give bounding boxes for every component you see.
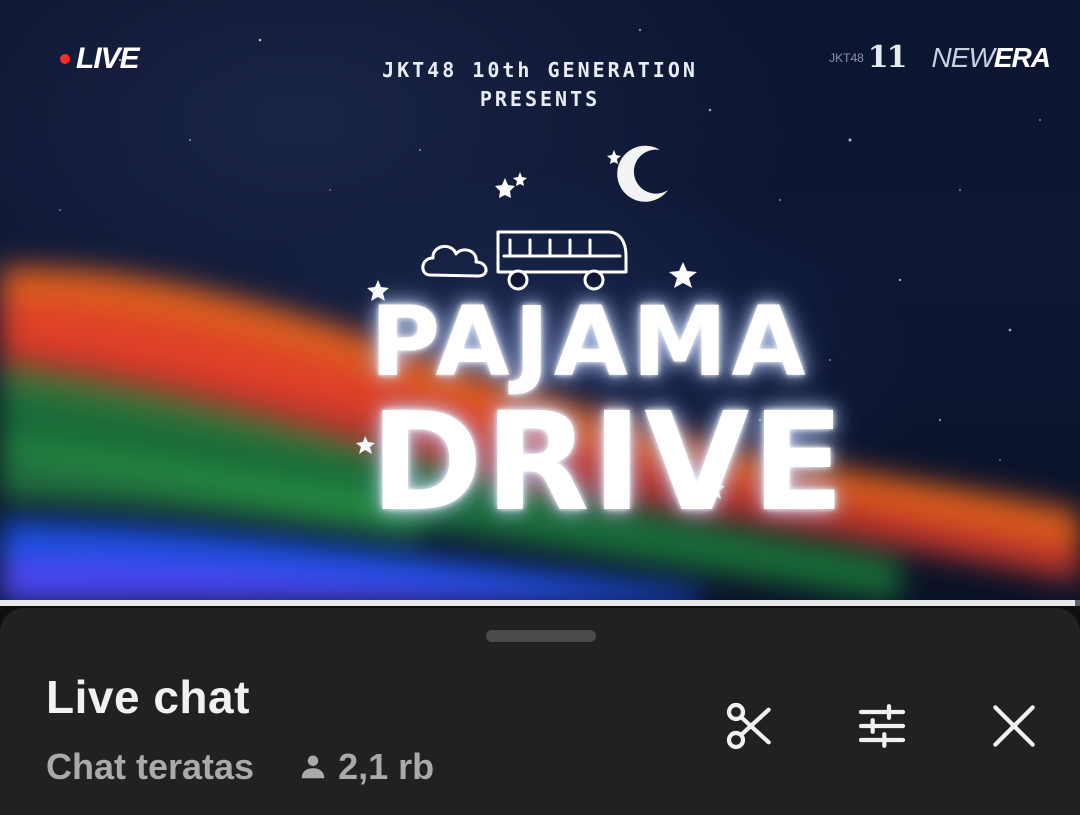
close-icon	[993, 705, 1035, 747]
video-player[interactable]: LIVE JKT48 10th GENERATION PRESENTS JKT4…	[0, 0, 1080, 603]
person-icon	[301, 755, 325, 779]
van-icon	[496, 230, 628, 291]
clip-button[interactable]	[718, 694, 782, 758]
cloud-icon	[421, 245, 488, 278]
poster-title-line-2: DRIVE	[370, 384, 847, 542]
live-chat-panel: Live chat Chat teratas 2,1 rb	[0, 608, 1080, 815]
video-progress-bar[interactable]	[0, 600, 1080, 606]
chat-subheader: Chat teratas 2,1 rb	[46, 746, 434, 788]
video-progress-fill	[0, 600, 1075, 606]
moon-icon	[617, 145, 668, 202]
drag-handle[interactable]	[486, 630, 596, 642]
viewer-count-value: 2,1 rb	[338, 746, 435, 787]
poster-title-line-1: PAJAMA	[370, 286, 810, 398]
chat-mode-selector[interactable]: Chat teratas	[46, 746, 254, 788]
panel-title: Live chat	[46, 671, 250, 723]
chat-settings-button[interactable]	[850, 694, 914, 758]
viewer-count: 2,1 rb	[298, 746, 434, 788]
scissors-icon	[726, 702, 771, 750]
close-button[interactable]	[982, 694, 1046, 758]
sliders-icon	[858, 704, 906, 748]
